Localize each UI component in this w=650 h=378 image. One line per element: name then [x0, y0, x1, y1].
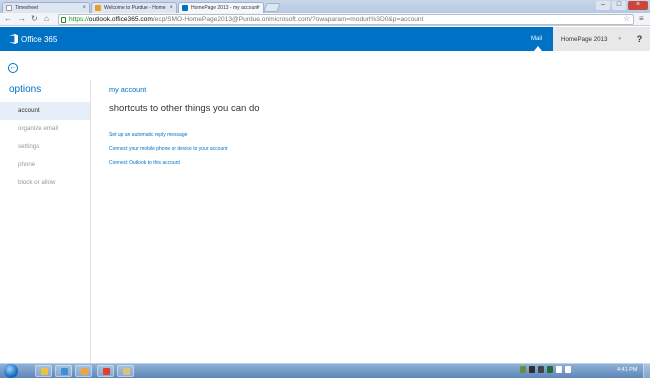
document-icon [6, 5, 12, 11]
office365-icon [182, 5, 188, 11]
sidebar-divider [90, 80, 91, 363]
tray-icon[interactable] [547, 366, 553, 373]
back-arrow-icon[interactable]: ← [4, 14, 12, 23]
connect-outlook-link[interactable]: Connect Outlook to this account [109, 159, 227, 173]
office-logo-icon [9, 34, 18, 44]
browser-toolbar: ← → ↻ ⌂ https://outlook.office365.com/ec… [0, 13, 650, 26]
url-domain: outlook.office365.com [88, 16, 153, 23]
purdue-icon [95, 5, 101, 11]
active-nav-indicator [534, 46, 542, 51]
mail-nav-link[interactable]: Mail [531, 36, 542, 42]
automatic-reply-link[interactable]: Set up an automatic reply message [109, 131, 227, 145]
taskbar-ie[interactable] [55, 365, 72, 377]
maximize-button[interactable]: □ [612, 1, 626, 10]
chevron-down-icon: ▾ [618, 36, 621, 42]
taskbar-explorer[interactable] [35, 365, 52, 377]
taskbar-chrome[interactable] [97, 365, 114, 377]
brand-label: Office 365 [21, 34, 58, 44]
minimize-button[interactable]: – [596, 1, 610, 10]
outlook-icon [81, 368, 88, 375]
sidebar-item-organize-email[interactable]: organize email [0, 120, 90, 138]
office365-brand[interactable]: Office 365 [9, 34, 57, 44]
tray-icon[interactable] [565, 366, 571, 373]
forward-arrow-icon[interactable]: → [18, 14, 26, 23]
connect-mobile-link[interactable]: Connect your mobile phone or device to y… [109, 145, 227, 159]
tab-timesheet[interactable]: Timesheet × [2, 2, 90, 13]
back-icon[interactable]: ← [8, 63, 18, 73]
address-bar[interactable]: https://outlook.office365.com/ecp/SMO-Ho… [58, 14, 634, 25]
user-menu[interactable]: HomePage 2013 ▾ [553, 27, 629, 51]
close-tab-icon[interactable]: × [256, 3, 260, 13]
tab-homepage-account[interactable]: HomePage 2013 - my account × [178, 2, 264, 13]
user-name: HomePage 2013 [561, 36, 608, 43]
url-scheme: https:// [69, 16, 89, 23]
close-tab-icon[interactable]: × [82, 3, 86, 13]
tab-purdue[interactable]: Welcome to Purdue - Home × [91, 2, 177, 13]
system-tray [520, 366, 571, 373]
show-desktop-button[interactable] [643, 363, 650, 378]
chrome-icon [103, 368, 110, 375]
options-title: options [9, 84, 42, 95]
tray-icon[interactable] [538, 366, 544, 373]
url-path: /ecp/SMO-HomePage2013@Purdue.onmicrosoft… [152, 16, 424, 23]
taskbar-clock[interactable]: 4:41 PM [617, 367, 637, 373]
window-controls: – □ × [596, 1, 648, 11]
explorer-icon [41, 368, 48, 375]
browser-menu-icon[interactable]: ≡ [639, 14, 644, 23]
ie-icon [61, 368, 68, 375]
help-button[interactable]: ? [629, 27, 650, 51]
start-button[interactable] [4, 364, 18, 378]
lock-icon [61, 17, 66, 23]
shortcut-links: Set up an automatic reply message Connec… [109, 131, 227, 173]
tab-title: Welcome to Purdue - Home [104, 5, 166, 11]
sidebar-item-account[interactable]: account [0, 102, 90, 120]
section-title: my account [109, 85, 147, 94]
close-window-button[interactable]: × [628, 1, 648, 10]
tab-title: HomePage 2013 - my account [191, 5, 259, 11]
options-sidebar: account organize email settings phone bl… [0, 102, 90, 192]
sidebar-item-phone[interactable]: phone [0, 156, 90, 174]
new-tab-button[interactable] [263, 3, 281, 12]
tray-icon[interactable] [529, 366, 535, 373]
taskbar-folder[interactable] [117, 365, 134, 377]
sidebar-item-settings[interactable]: settings [0, 138, 90, 156]
sidebar-item-block-or-allow[interactable]: block or allow [0, 174, 90, 192]
home-icon[interactable]: ⌂ [44, 14, 49, 23]
tray-icon[interactable] [520, 366, 526, 373]
browser-tab-strip: Timesheet × Welcome to Purdue - Home × H… [0, 0, 650, 13]
tab-title: Timesheet [15, 5, 39, 11]
folder-icon [123, 368, 130, 375]
reload-icon[interactable]: ↻ [31, 14, 38, 23]
taskbar-outlook[interactable] [75, 365, 92, 377]
tray-icon[interactable] [556, 366, 562, 373]
page-heading: shortcuts to other things you can do [109, 103, 260, 114]
close-tab-icon[interactable]: × [169, 3, 173, 13]
bookmark-star-icon[interactable]: ☆ [623, 14, 630, 23]
